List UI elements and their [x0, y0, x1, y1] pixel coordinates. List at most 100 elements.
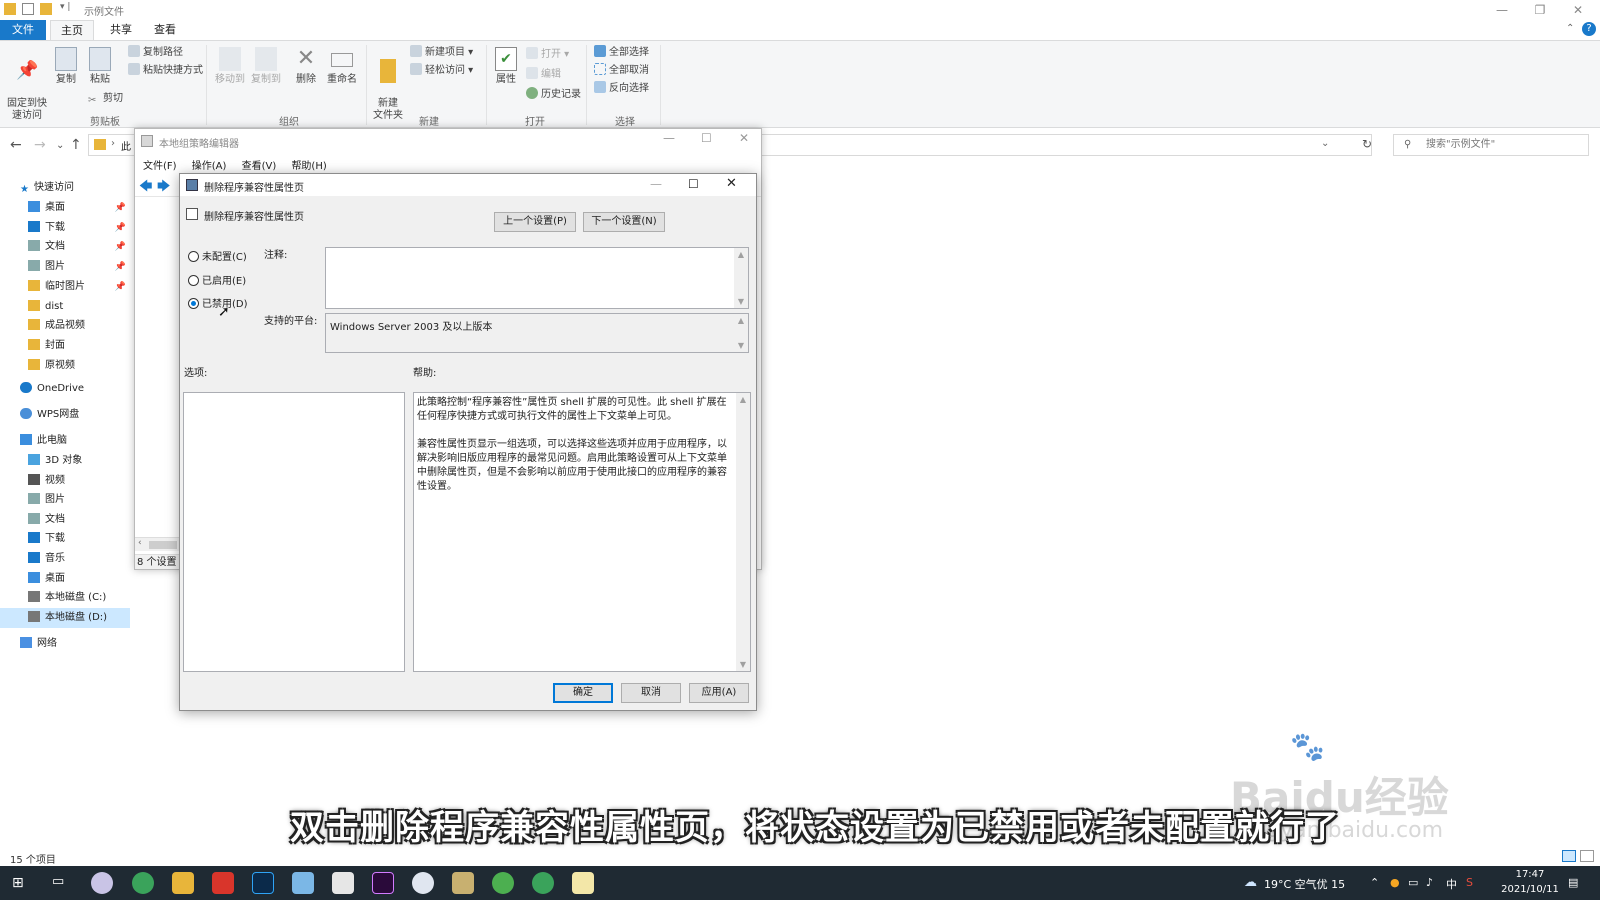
- nav-quick-item[interactable]: 成品视频: [0, 316, 130, 336]
- chrome-icon-2[interactable]: [532, 872, 554, 894]
- scroll-down-icon[interactable]: ▼: [734, 297, 748, 306]
- wps-icon[interactable]: [212, 872, 234, 894]
- nav-pc-item[interactable]: 桌面: [0, 569, 130, 589]
- refresh-icon[interactable]: ↻: [1362, 137, 1372, 151]
- select-all-button[interactable]: 全部选择: [594, 45, 649, 61]
- scroll-up-icon[interactable]: ▲: [734, 316, 748, 325]
- back-arrow-icon[interactable]: 🡄: [139, 177, 152, 199]
- copy-to-button[interactable]: 复制到: [250, 47, 282, 86]
- ok-button[interactable]: 确定: [553, 683, 613, 703]
- invert-selection-button[interactable]: 反向选择: [594, 81, 649, 97]
- scroll-up-icon[interactable]: ▲: [734, 250, 748, 259]
- delete-button[interactable]: ✕ 删除: [292, 47, 320, 86]
- tray-app-icon[interactable]: ●: [1390, 876, 1400, 889]
- new-folder-quick-icon[interactable]: [40, 3, 52, 15]
- tray-chevron-icon[interactable]: ⌃: [1370, 876, 1379, 889]
- notification-center-icon[interactable]: ▤: [1568, 876, 1578, 889]
- nav-pc-item[interactable]: 本地磁盘 (C:): [0, 588, 130, 608]
- help-scrollbar[interactable]: ▲ ▼: [736, 393, 750, 671]
- nav-quick-item[interactable]: 下载 📌: [0, 218, 130, 238]
- apply-button[interactable]: 应用(A): [689, 683, 749, 703]
- dialog-minimize-button[interactable]: —: [650, 177, 662, 191]
- cancel-button[interactable]: 取消: [621, 683, 681, 703]
- tab-view[interactable]: 查看: [144, 20, 186, 40]
- nav-onedrive[interactable]: OneDrive: [0, 379, 130, 399]
- scroll-thumb[interactable]: [149, 541, 177, 549]
- gpedit-maximize-button[interactable]: ☐: [701, 131, 712, 145]
- pin-icon[interactable]: 📌: [115, 277, 126, 297]
- collapse-ribbon-icon[interactable]: ⌃: [1566, 23, 1574, 34]
- new-folder-button[interactable]: 新建 文件夹: [372, 47, 404, 122]
- move-to-button[interactable]: 移动到: [214, 47, 246, 86]
- tab-home[interactable]: 主页: [50, 20, 94, 40]
- task-view-icon[interactable]: ▭: [52, 874, 64, 889]
- minimize-button[interactable]: —: [1484, 0, 1520, 20]
- open-button[interactable]: 打开 ▾: [526, 47, 569, 63]
- nav-pc-item[interactable]: 视频: [0, 471, 130, 491]
- weather-text[interactable]: 19°C 空气优 15: [1264, 876, 1345, 892]
- pin-icon[interactable]: 📌: [115, 237, 126, 257]
- nav-pc-item[interactable]: 下载: [0, 529, 130, 549]
- nav-pc-item[interactable]: 本地磁盘 (D:): [0, 607, 130, 628]
- recent-locations-chevron-icon[interactable]: ⌄: [56, 140, 64, 151]
- pin-icon[interactable]: 📌: [115, 198, 126, 218]
- forward-arrow-icon[interactable]: →: [34, 137, 46, 153]
- nav-quick-item[interactable]: dist: [0, 297, 130, 317]
- nav-quick-item[interactable]: 文档 📌: [0, 237, 130, 257]
- properties-quick-icon[interactable]: [22, 3, 34, 15]
- horizontal-scrollbar[interactable]: ‹: [135, 537, 179, 551]
- app-icon-4[interactable]: [412, 872, 434, 894]
- nav-quick-access[interactable]: ★ 快速访问: [0, 178, 130, 198]
- tab-file[interactable]: 文件: [0, 20, 46, 40]
- rename-button[interactable]: 重命名: [326, 47, 358, 86]
- input-method-icon[interactable]: S: [1466, 876, 1473, 889]
- up-arrow-icon[interactable]: ↑: [70, 137, 82, 153]
- nav-pc-item[interactable]: 图片: [0, 490, 130, 510]
- pin-icon[interactable]: 📌: [115, 218, 126, 238]
- nav-wps-drive[interactable]: WPS网盘: [0, 405, 130, 425]
- radio-enabled[interactable]: 已启用(E): [188, 274, 246, 290]
- scroll-down-icon[interactable]: ▼: [734, 341, 748, 350]
- comment-textarea[interactable]: ▲ ▼: [325, 247, 749, 309]
- chrome-icon[interactable]: [132, 872, 154, 894]
- menu-help[interactable]: 帮助(H): [291, 161, 326, 172]
- scroll-left-icon[interactable]: ‹: [138, 538, 142, 548]
- dialog-maximize-button[interactable]: ☐: [688, 177, 699, 191]
- app-icon-2[interactable]: [292, 872, 314, 894]
- new-item-button[interactable]: 新建项目 ▾: [410, 45, 473, 61]
- paste-button[interactable]: 粘贴: [86, 47, 114, 86]
- menu-action[interactable]: 操作(A): [192, 161, 227, 172]
- pin-icon[interactable]: 📌: [115, 257, 126, 277]
- nav-quick-item[interactable]: 原视频: [0, 356, 130, 376]
- back-arrow-icon[interactable]: ←: [10, 137, 22, 153]
- app-icon-6[interactable]: [492, 872, 514, 894]
- next-setting-button[interactable]: 下一个设置(N): [583, 212, 665, 232]
- nav-this-pc[interactable]: 此电脑: [0, 431, 130, 451]
- search-input[interactable]: ⚲ 搜索"示例文件": [1393, 134, 1589, 156]
- dialog-close-button[interactable]: ✕: [726, 176, 737, 191]
- notepad-icon[interactable]: [572, 872, 594, 894]
- platform-scrollbar[interactable]: ▲ ▼: [734, 314, 748, 352]
- paste-shortcut-button[interactable]: 粘贴快捷方式: [128, 63, 203, 79]
- app-icon-3[interactable]: [332, 872, 354, 894]
- nav-quick-item[interactable]: 临时图片 📌: [0, 277, 130, 297]
- app-icon-1[interactable]: [91, 872, 113, 894]
- gpedit-close-button[interactable]: ✕: [739, 131, 749, 145]
- forward-arrow-icon[interactable]: 🡆: [157, 177, 170, 199]
- radio-not-configured[interactable]: 未配置(C): [188, 250, 247, 266]
- file-explorer-icon[interactable]: [172, 872, 194, 894]
- photoshop-icon[interactable]: [252, 872, 274, 894]
- address-dropdown-icon[interactable]: ⌄: [1321, 138, 1329, 149]
- app-icon-5[interactable]: [452, 872, 474, 894]
- start-windows-icon[interactable]: ⊞: [12, 875, 24, 891]
- copy-button[interactable]: 复制: [52, 47, 80, 86]
- help-icon[interactable]: ?: [1582, 22, 1596, 36]
- menu-file[interactable]: 文件(F): [143, 161, 177, 172]
- details-view-icon[interactable]: [1562, 850, 1576, 862]
- nav-quick-item[interactable]: 图片 📌: [0, 257, 130, 277]
- weather-cloud-icon[interactable]: ☁: [1244, 875, 1257, 890]
- ime-indicator[interactable]: 中: [1446, 876, 1457, 892]
- large-icons-view-icon[interactable]: [1580, 850, 1594, 862]
- menu-view[interactable]: 查看(V): [242, 161, 277, 172]
- scroll-down-icon[interactable]: ▼: [736, 660, 750, 669]
